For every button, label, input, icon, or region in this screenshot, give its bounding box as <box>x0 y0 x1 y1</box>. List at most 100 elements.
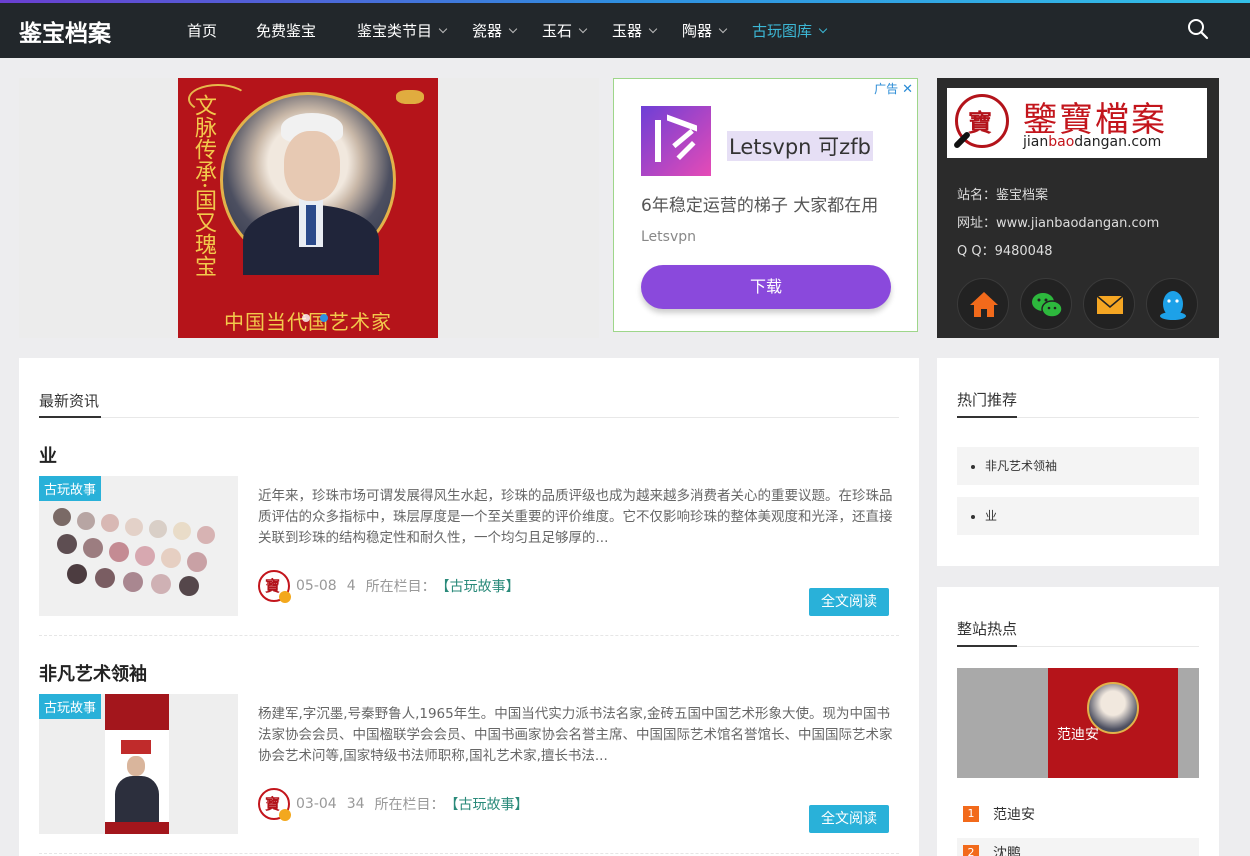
person-suit <box>115 776 159 822</box>
wechat-icon[interactable] <box>1020 278 1072 330</box>
pearl <box>197 526 215 544</box>
rank-label: 范迪安 <box>993 807 1035 823</box>
nav-item-porcelain[interactable]: 瓷器 <box>472 3 518 58</box>
pearl <box>57 534 77 554</box>
title-underline <box>957 416 1017 418</box>
nav-item-pottery[interactable]: 陶器 <box>682 3 728 58</box>
article-title[interactable]: 非凡艺术领袖 <box>39 660 147 686</box>
poster-vertical-text: 文脉传承·国又瑰宝 <box>191 94 216 277</box>
ad-title[interactable]: Letsvpn 可zfb <box>727 131 873 161</box>
article-thumbnail-portrait[interactable]: 古玩故事 <box>39 694 238 834</box>
bullet <box>971 464 975 469</box>
qq-icon[interactable] <box>1146 278 1198 330</box>
site-brand-logo[interactable]: 寶 鑒寶檔案 jianbaodangan.com <box>947 88 1207 158</box>
ad-description: 6年稳定运营的梯子 大家都在用 <box>641 196 879 216</box>
article-date: 05-08 <box>296 578 337 594</box>
site-url[interactable]: 网址：www.jianbaodangan.com <box>957 212 1159 231</box>
ad-banner[interactable]: 广告 ✕ Letsvpn 可zfb 6年稳定运营的梯子 大家都在用 Letsvpn… <box>613 78 918 332</box>
pearl <box>109 542 129 562</box>
category-tag[interactable]: 古玩故事 <box>39 694 102 719</box>
widget-title: 整站热点 <box>957 620 1018 638</box>
bullet <box>971 514 975 519</box>
pearl <box>125 518 143 536</box>
ornament-cloud <box>396 90 424 104</box>
ad-download-button[interactable]: 下载 <box>641 265 891 309</box>
nav-item-jade-ware[interactable]: 玉器 <box>612 3 658 58</box>
article-views: 34 <box>346 796 365 812</box>
category-tag[interactable]: 古玩故事 <box>39 476 102 501</box>
section-title: 最新资讯 <box>39 392 100 410</box>
slider-dot-active[interactable] <box>320 314 328 322</box>
featured-caption[interactable]: 范迪安 <box>957 724 1199 744</box>
hero-slider[interactable]: 文脉传承·国又瑰宝 中国当代国艺术家 <box>19 78 599 338</box>
article-views: 4 <box>346 578 356 594</box>
nav-item-free-appraisal[interactable]: 免费鉴宝 <box>256 3 316 58</box>
poster-footer <box>105 822 169 834</box>
read-more-button[interactable]: 全文阅读 <box>809 588 889 616</box>
seal-text: 寶 <box>968 108 992 137</box>
domain-part-highlight: bao <box>1048 134 1075 150</box>
avatar-text: 寶 <box>265 795 281 813</box>
chevron-down-icon <box>648 24 658 33</box>
pearl <box>135 546 155 566</box>
chevron-down-icon <box>718 24 728 33</box>
chevron-down-icon <box>508 24 518 33</box>
mail-icon[interactable] <box>1083 278 1135 330</box>
pearl <box>161 548 181 568</box>
author-avatar[interactable]: 寶 <box>258 570 291 603</box>
article-column-link[interactable]: 【古玩故事】 <box>445 794 529 814</box>
article-excerpt: 杨建军,字沉墨,号秦野鲁人,1965年生。中国当代实力派书法名家,金砖五国中国艺… <box>258 706 893 764</box>
article-column-link[interactable]: 【古玩故事】 <box>436 576 520 596</box>
logo-stroke <box>655 120 661 162</box>
article-meta: 寶 03-04 34 所在栏目： 【古玩故事】 <box>258 788 529 821</box>
featured-image[interactable]: 范迪安 <box>957 668 1199 778</box>
home-icon[interactable] <box>957 278 1009 330</box>
article-title[interactable]: 业 <box>39 442 57 468</box>
hot-item[interactable]: 非凡艺术领袖 <box>957 447 1199 485</box>
pearl <box>83 538 103 558</box>
ad-brand: Letsvpn <box>641 229 696 245</box>
site-qq: Q Q：9480048 <box>957 244 1053 259</box>
person-face <box>127 756 145 776</box>
site-logo[interactable]: 鉴宝档案 <box>19 14 111 48</box>
hot-item-label: 业 <box>985 509 998 523</box>
pearl <box>179 576 199 596</box>
home-glyph <box>970 292 998 317</box>
article-thumbnail-pearls[interactable]: 古玩故事 <box>39 476 238 616</box>
rank-label: 沈鹏 <box>993 846 1021 856</box>
nav-item-antique-gallery[interactable]: 古玩图库 <box>752 3 828 58</box>
nav-item-programs[interactable]: 鉴宝类节目 <box>357 3 448 58</box>
logo-stroke <box>667 114 697 132</box>
search-icon[interactable] <box>1187 18 1209 40</box>
rank-item[interactable]: 1 范迪安 <box>957 799 1199 829</box>
pearl <box>151 574 171 594</box>
letsvpn-logo-icon <box>641 106 711 176</box>
pearl <box>53 508 71 526</box>
nav-item-jade-stone[interactable]: 玉石 <box>542 3 588 58</box>
latest-news-section: 最新资讯 业 古玩故事 近年来，珍珠市场可谓发展得风生水起，珍珠的品质评级也成为… <box>19 358 919 856</box>
rank-number: 2 <box>963 845 979 856</box>
poster-header <box>105 694 169 730</box>
portrait-tie <box>306 205 316 245</box>
close-icon[interactable]: ✕ <box>902 82 913 97</box>
slider-dot[interactable] <box>302 314 310 322</box>
rank-item[interactable]: 2 沈鹏 <box>957 838 1199 856</box>
author-avatar[interactable]: 寶 <box>258 788 291 821</box>
hot-item[interactable]: 业 <box>957 497 1199 535</box>
artist-poster-image[interactable]: 文脉传承·国又瑰宝 中国当代国艺术家 <box>178 78 438 338</box>
pearl <box>149 520 167 538</box>
pearl <box>77 512 95 530</box>
read-more-button[interactable]: 全文阅读 <box>809 805 889 833</box>
portrait-face <box>284 131 340 201</box>
domain-part: jian <box>1023 134 1049 150</box>
site-name: 站名：鉴宝档案 <box>957 188 1049 203</box>
title-underline <box>957 645 1017 647</box>
pearl <box>187 552 207 572</box>
chevron-down-icon <box>578 24 588 33</box>
slider-pagination <box>302 314 328 322</box>
nav-item-home[interactable]: 首页 <box>187 3 217 58</box>
article-excerpt: 近年来，珍珠市场可谓发展得风生水起，珍珠的品质评级也成为越来越多消费者关心的重要… <box>258 488 893 546</box>
ad-label[interactable]: 广告 ✕ <box>874 80 913 97</box>
rank-number: 1 <box>963 806 979 822</box>
hot-recommend-widget: 热门推荐 非凡艺术领袖 业 <box>937 358 1219 566</box>
